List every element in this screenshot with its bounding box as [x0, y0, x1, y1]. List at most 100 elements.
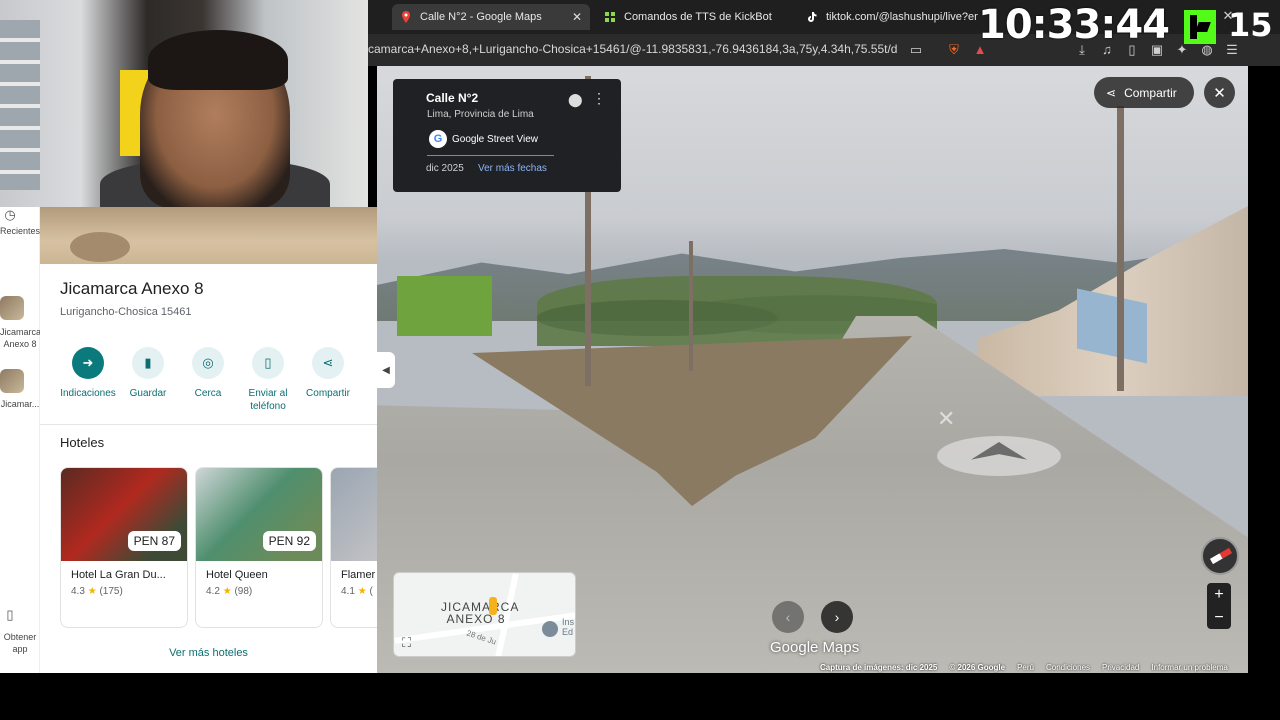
hotel-card[interactable]: Flamer 4.1 ★ (: [330, 467, 377, 628]
tab-google-maps[interactable]: Calle N°2 - Google Maps ✕: [392, 4, 590, 30]
google-maps-logo: Google Maps: [770, 639, 860, 656]
divider: [40, 424, 377, 425]
sv-share-button[interactable]: ⋖ Compartir: [1094, 77, 1194, 108]
action-label: Guardar: [129, 388, 167, 399]
phone-icon[interactable]: ▯: [2, 607, 18, 623]
close-icon[interactable]: ✕: [564, 10, 582, 24]
maps-pin-icon: [400, 11, 412, 23]
sv-close-button[interactable]: ✕: [1204, 77, 1235, 108]
send-to-phone-button[interactable]: ▯ Enviar al teléfono: [238, 347, 298, 413]
rail-recent-label[interactable]: Recientes: [0, 225, 40, 237]
share-icon: ⋖: [1106, 85, 1117, 100]
star-icon: ★: [222, 586, 232, 597]
location-pin-icon[interactable]: ⬤: [568, 92, 583, 108]
zoom-in-button[interactable]: +: [1207, 583, 1231, 606]
save-button[interactable]: ▮ Guardar: [118, 347, 178, 400]
tab-tiktok[interactable]: tiktok.com/@lashushupi/live?enter: [798, 4, 978, 30]
hotel-name: Hotel La Gran Du...: [71, 569, 166, 581]
leo-icon[interactable]: ✦: [1174, 42, 1190, 58]
tab-label: Calle N°2 - Google Maps: [420, 11, 542, 23]
cast-icon[interactable]: ▭: [908, 42, 924, 58]
sv-green-building: [397, 276, 492, 336]
star-icon: ★: [357, 586, 367, 597]
kickbot-icon: [604, 11, 616, 23]
more-options-icon[interactable]: ⋮: [592, 90, 606, 107]
collapse-panel-button[interactable]: ◀: [377, 352, 395, 388]
minimap-label: JICAMARCA ANEXO 8: [441, 600, 520, 626]
footer-country[interactable]: Perú: [1017, 663, 1034, 673]
sv-street-subtitle: Lima, Provincia de Lima: [427, 109, 534, 120]
share-label: Compartir: [1124, 85, 1177, 100]
history-icon[interactable]: ◷: [2, 207, 18, 223]
hotel-price: PEN 92: [262, 531, 316, 551]
sv-street-title: Calle N°2: [426, 91, 479, 105]
place-hero-photo[interactable]: [40, 207, 377, 264]
directions-icon: ➜: [72, 347, 104, 379]
star-icon: ★: [87, 586, 97, 597]
rail-second-label[interactable]: Jicamar...: [0, 398, 40, 410]
sv-move-arrow[interactable]: [937, 436, 1061, 476]
sv-road-mark: ✕: [937, 406, 956, 431]
rail-jicamarca-label[interactable]: Jicamarca Anexo 8: [0, 326, 41, 350]
zoom-control: + −: [1207, 583, 1231, 629]
place-panel: Jicamarca Anexo 8 Lurigancho-Chosica 154…: [40, 207, 377, 673]
hotel-rating: 4.3 ★ (175): [71, 586, 123, 597]
nearby-button[interactable]: ◎ Cerca: [178, 347, 238, 400]
place-subtitle: Lurigancho-Chosica 15461: [60, 306, 192, 318]
footer-capture: Captura de imágenes: dic 2025: [820, 663, 938, 672]
more-hotels-link[interactable]: Ver más hoteles: [40, 647, 377, 659]
place-title: Jicamarca Anexo 8: [60, 279, 204, 298]
more-dates-link[interactable]: Ver más fechas: [478, 163, 547, 174]
footer-terms[interactable]: Condiciones: [1046, 663, 1090, 673]
menu-icon[interactable]: ☰: [1224, 42, 1240, 58]
phone-icon: ▯: [252, 347, 284, 379]
vpn-icon[interactable]: ◍: [1199, 42, 1215, 58]
hotel-price: PEN 87: [127, 531, 181, 551]
hotel-card[interactable]: PEN 87 Hotel La Gran Du... 4.3 ★ (175): [60, 467, 188, 628]
expand-icon[interactable]: ⛶: [402, 635, 411, 651]
rating-value: 4.3: [71, 586, 85, 597]
tiktok-icon: [806, 11, 818, 23]
directions-button[interactable]: ➜ Indicaciones: [58, 347, 118, 400]
sv-pole: [689, 241, 693, 371]
tab-label: tiktok.com/@lashushupi/live?enter: [826, 11, 978, 23]
compass-icon[interactable]: [1201, 537, 1239, 575]
rating-value: 4.2: [206, 586, 220, 597]
hotel-card[interactable]: PEN 92 Hotel Queen 4.2 ★ (98): [195, 467, 323, 628]
tab-label: Comandos de TTS de KickBot: [624, 11, 772, 23]
brave-shield-icon[interactable]: ⛨: [946, 42, 962, 58]
google-icon: G: [429, 130, 447, 148]
action-label: Indicaciones: [60, 388, 116, 399]
rail-thumb-jicamarca[interactable]: [0, 296, 24, 320]
footer-copyright: © 2026 Google: [949, 663, 1006, 672]
maps-side-rail: ◷ Recientes Jicamarca Anexo 8 Jicamar...…: [0, 207, 41, 673]
nearby-icon: ◎: [192, 347, 224, 379]
review-count: (98): [234, 586, 253, 597]
rating-value: 4.1: [341, 586, 355, 597]
rail-thumb-second[interactable]: [0, 369, 24, 393]
footer-report[interactable]: Informar un problema: [1151, 663, 1227, 673]
divider: [427, 155, 554, 156]
tab-kickbot[interactable]: Comandos de TTS de KickBot: [596, 4, 792, 30]
street-view-info-card: Calle N°2 Lima, Provincia de Lima ⬤ ⋮ G …: [393, 79, 621, 192]
sv-minimap[interactable]: JICAMARCA ANEXO 8 Ins Ed 28 de Ju ⛶: [393, 572, 576, 657]
kick-viewer-count: 15: [1228, 6, 1273, 44]
pegman-icon: [489, 597, 497, 615]
previous-button[interactable]: ‹: [772, 601, 804, 633]
url-field[interactable]: camarca+Anexo+8,+Lurigancho-Chosica+1546…: [368, 42, 898, 56]
footer-privacy[interactable]: Privacidad: [1102, 663, 1139, 673]
kick-logo-icon: [1184, 10, 1216, 44]
bookmark-icon: ▮: [132, 347, 164, 379]
review-count: (175): [99, 586, 123, 597]
hotel-rating: 4.1 ★ (: [341, 586, 373, 597]
sv-source: G Google Street View: [429, 130, 538, 148]
action-label: Compartir: [306, 388, 350, 399]
next-button[interactable]: ›: [821, 601, 853, 633]
webcam-shelf: [0, 20, 40, 190]
hotel-photo: [331, 468, 377, 561]
webcam-feed: [0, 0, 368, 207]
zoom-out-button[interactable]: −: [1207, 606, 1231, 629]
share-icon: ⋖: [312, 347, 344, 379]
share-button[interactable]: ⋖ Compartir: [298, 347, 358, 400]
rail-get-app-label[interactable]: Obtener app: [0, 631, 40, 655]
